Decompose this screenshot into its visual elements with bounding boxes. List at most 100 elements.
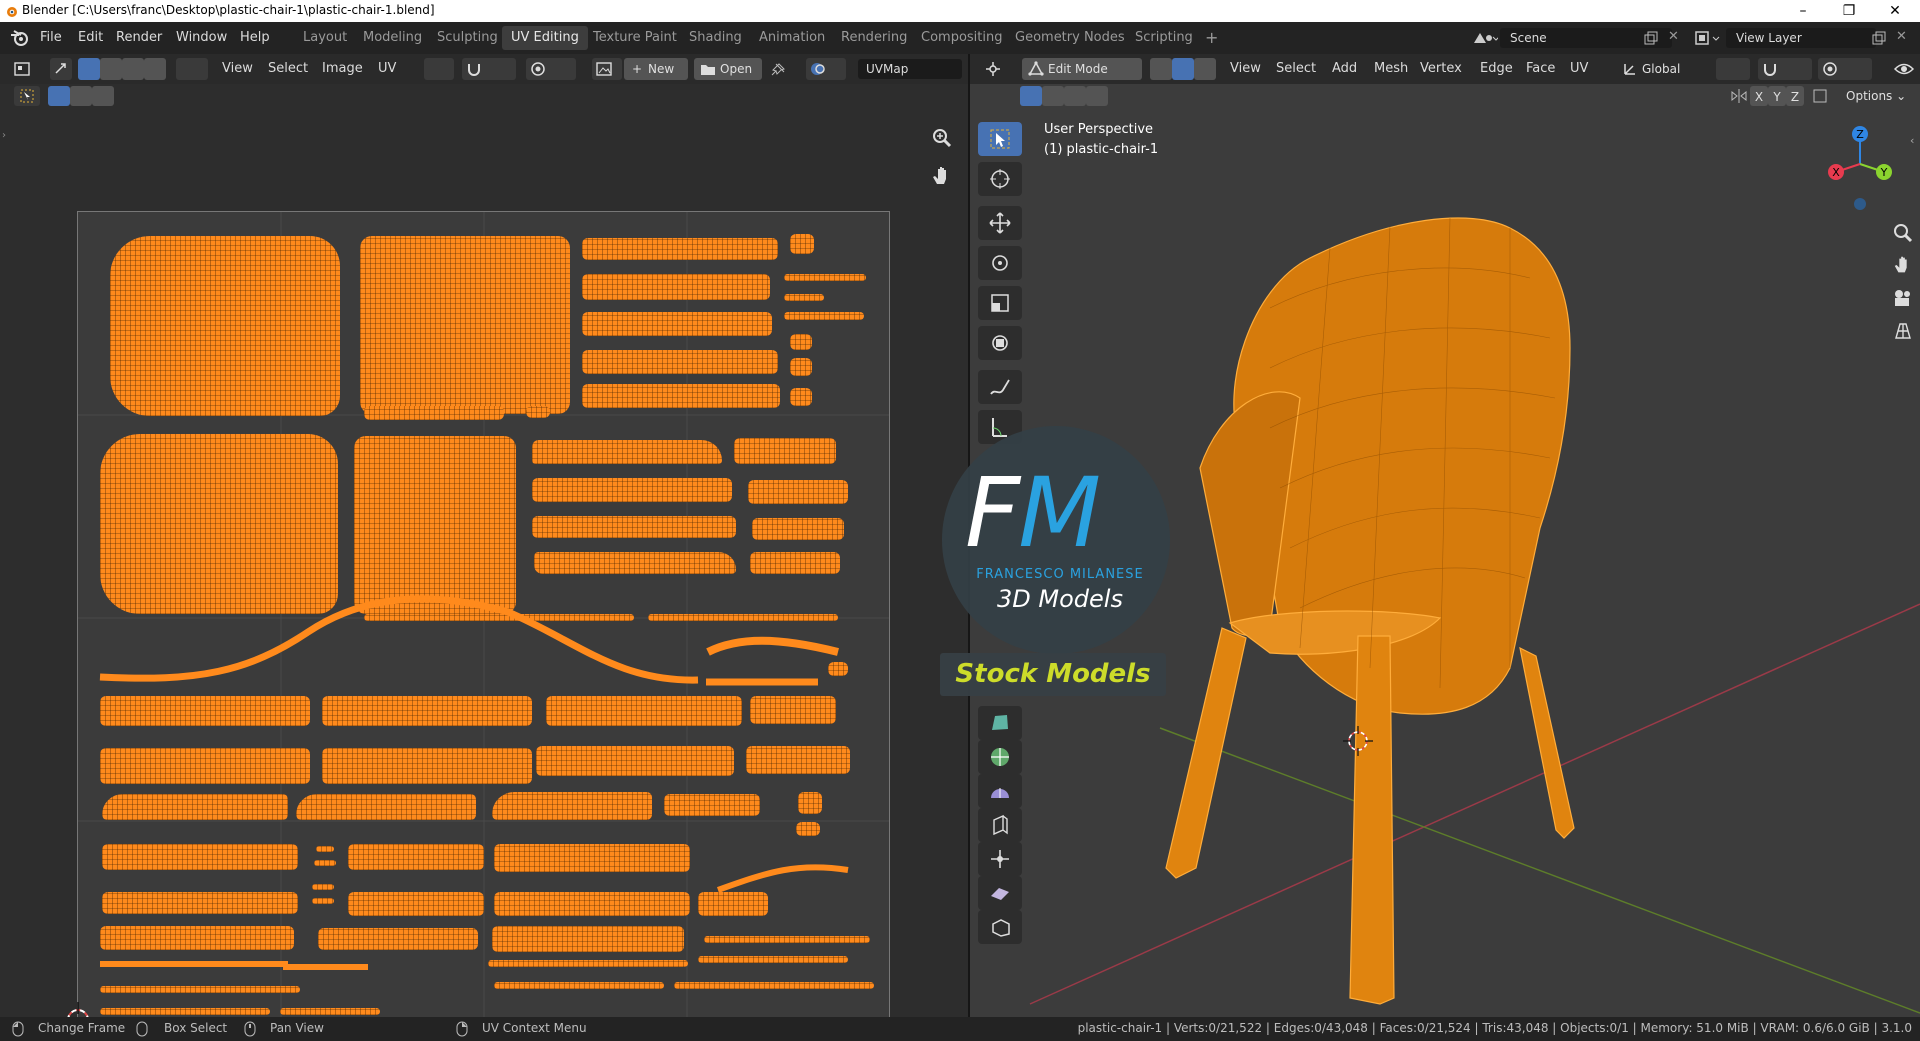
select-mode-subtract[interactable] bbox=[92, 86, 114, 106]
tool-spin[interactable] bbox=[978, 740, 1022, 774]
uv-island[interactable] bbox=[100, 1008, 270, 1015]
mirror-y-toggle[interactable]: Y bbox=[1768, 86, 1786, 106]
uv-island[interactable] bbox=[100, 696, 310, 726]
viewport-snap-toggle[interactable] bbox=[1758, 58, 1812, 80]
viewport-zoom-icon[interactable] bbox=[1892, 222, 1914, 244]
uv-edge-select-mode[interactable] bbox=[100, 58, 122, 80]
tab-geometry-nodes[interactable]: Geometry Nodes bbox=[1006, 26, 1134, 50]
viewport-menu-select[interactable]: Select bbox=[1276, 58, 1316, 80]
edge-select-mode[interactable] bbox=[1172, 58, 1194, 80]
tab-scripting[interactable]: Scripting bbox=[1126, 26, 1202, 50]
uv-menu-image[interactable]: Image bbox=[322, 58, 363, 80]
uv-island[interactable] bbox=[322, 696, 532, 726]
uv-island[interactable] bbox=[102, 794, 288, 820]
mode-dropdown[interactable]: Edit Mode bbox=[1022, 58, 1142, 80]
delete-view-layer-icon[interactable]: ✕ bbox=[1896, 29, 1907, 44]
uv-island[interactable] bbox=[296, 794, 476, 820]
viewport-menu-edge[interactable]: Edge bbox=[1480, 58, 1513, 80]
uv-overlays-dropdown[interactable] bbox=[806, 58, 846, 80]
uv-face-select-mode[interactable] bbox=[122, 58, 144, 80]
tool-shrink-fatten[interactable] bbox=[978, 842, 1022, 876]
select-mode-set[interactable] bbox=[48, 86, 70, 106]
menu-help[interactable]: Help bbox=[240, 30, 270, 45]
viewport-editor-type-dropdown[interactable] bbox=[982, 58, 1012, 80]
uv-island[interactable] bbox=[828, 662, 848, 676]
uv-island[interactable] bbox=[492, 792, 652, 820]
uvmap-field[interactable]: UVMap bbox=[858, 59, 962, 79]
viewport-menu-uv[interactable]: UV bbox=[1570, 58, 1588, 80]
select-mode-extend[interactable] bbox=[70, 86, 92, 106]
uv-island[interactable] bbox=[348, 844, 484, 870]
uv-island[interactable] bbox=[316, 846, 334, 852]
uv-island[interactable] bbox=[698, 892, 768, 916]
tool-rip-region[interactable] bbox=[978, 910, 1022, 944]
toolbar-expand-arrow-icon[interactable]: › bbox=[2, 130, 6, 141]
uv-island[interactable] bbox=[348, 892, 484, 916]
sidebar-expand-arrow-icon[interactable]: ‹ bbox=[1910, 134, 1914, 147]
uv-island[interactable] bbox=[494, 892, 690, 916]
tab-modeling[interactable]: Modeling bbox=[354, 26, 431, 50]
uv-island[interactable] bbox=[488, 960, 688, 967]
viewport-proportional-toggle[interactable] bbox=[1818, 58, 1872, 80]
menu-file[interactable]: File bbox=[40, 30, 62, 45]
editor-type-dropdown[interactable] bbox=[10, 58, 42, 80]
auto-merge-icon[interactable] bbox=[1812, 88, 1828, 104]
viewport-select-subtract[interactable] bbox=[1064, 86, 1086, 106]
sync-selection-toggle[interactable] bbox=[50, 58, 72, 80]
uv-island[interactable] bbox=[102, 844, 298, 870]
uv-island-select-mode[interactable] bbox=[144, 58, 166, 80]
tool-poly-build[interactable] bbox=[978, 706, 1022, 740]
scene-icon[interactable] bbox=[1472, 29, 1498, 47]
tab-uv-editing[interactable]: UV Editing bbox=[502, 26, 588, 50]
zoom-icon[interactable] bbox=[930, 126, 954, 150]
add-workspace-button[interactable]: + bbox=[1196, 26, 1227, 50]
pivot-point-dropdown[interactable] bbox=[424, 58, 454, 80]
uv-island[interactable] bbox=[674, 982, 874, 989]
menu-edit[interactable]: Edit bbox=[78, 30, 103, 45]
uv-menu-select[interactable]: Select bbox=[268, 58, 308, 80]
tool-shear[interactable] bbox=[978, 876, 1022, 910]
tool-rotate[interactable] bbox=[978, 246, 1022, 280]
uv-island[interactable] bbox=[102, 892, 298, 914]
open-image-button[interactable]: Open bbox=[694, 58, 762, 80]
uv-island[interactable] bbox=[664, 794, 760, 816]
uv-island[interactable] bbox=[494, 982, 664, 989]
uv-island[interactable] bbox=[100, 926, 294, 950]
viewport-select-extend[interactable] bbox=[1042, 86, 1064, 106]
uv-island[interactable] bbox=[314, 860, 336, 866]
pivot-dropdown[interactable] bbox=[1716, 58, 1750, 80]
viewport-menu-add[interactable]: Add bbox=[1332, 58, 1357, 80]
tab-texture-paint[interactable]: Texture Paint bbox=[584, 26, 686, 50]
tool-cursor[interactable] bbox=[978, 162, 1022, 196]
uv-island[interactable] bbox=[750, 696, 836, 724]
view-layer-icon[interactable] bbox=[1694, 29, 1722, 47]
navigation-gizmo[interactable]: Z Y X bbox=[1820, 120, 1900, 210]
blender-menu-icon[interactable] bbox=[10, 29, 30, 47]
menu-window[interactable]: Window bbox=[176, 30, 227, 45]
new-image-button[interactable]: + New bbox=[624, 58, 688, 80]
perspective-toggle-icon[interactable] bbox=[1892, 320, 1914, 342]
tab-sculpting[interactable]: Sculpting bbox=[428, 26, 507, 50]
uv-island[interactable] bbox=[704, 936, 870, 943]
copy-scene-icon[interactable] bbox=[1642, 30, 1658, 46]
maximize-button[interactable]: ❐ bbox=[1826, 0, 1872, 22]
vertex-select-mode[interactable] bbox=[1150, 58, 1172, 80]
mirror-icon[interactable] bbox=[1730, 88, 1748, 104]
proportional-editing-toggle[interactable] bbox=[526, 58, 576, 80]
sticky-selection-dropdown[interactable] bbox=[176, 58, 208, 80]
tool-transform[interactable] bbox=[978, 326, 1022, 360]
close-button[interactable]: ✕ bbox=[1872, 0, 1918, 22]
uv-island[interactable] bbox=[798, 792, 822, 814]
tool-scale[interactable] bbox=[978, 286, 1022, 320]
uv-island[interactable] bbox=[746, 746, 850, 774]
image-browse-dropdown[interactable] bbox=[592, 58, 622, 80]
tab-rendering[interactable]: Rendering bbox=[832, 26, 916, 50]
snapping-toggle[interactable] bbox=[462, 58, 516, 80]
view-layer-field[interactable]: View Layer bbox=[1726, 28, 1876, 48]
camera-view-icon[interactable] bbox=[1892, 288, 1914, 310]
uv-grid[interactable] bbox=[77, 211, 890, 1023]
uv-vertex-select-mode[interactable] bbox=[78, 58, 100, 80]
visibility-eye-icon[interactable] bbox=[1894, 60, 1914, 78]
tool-select-box[interactable] bbox=[978, 122, 1022, 156]
viewport-menu-mesh[interactable]: Mesh bbox=[1374, 58, 1408, 80]
